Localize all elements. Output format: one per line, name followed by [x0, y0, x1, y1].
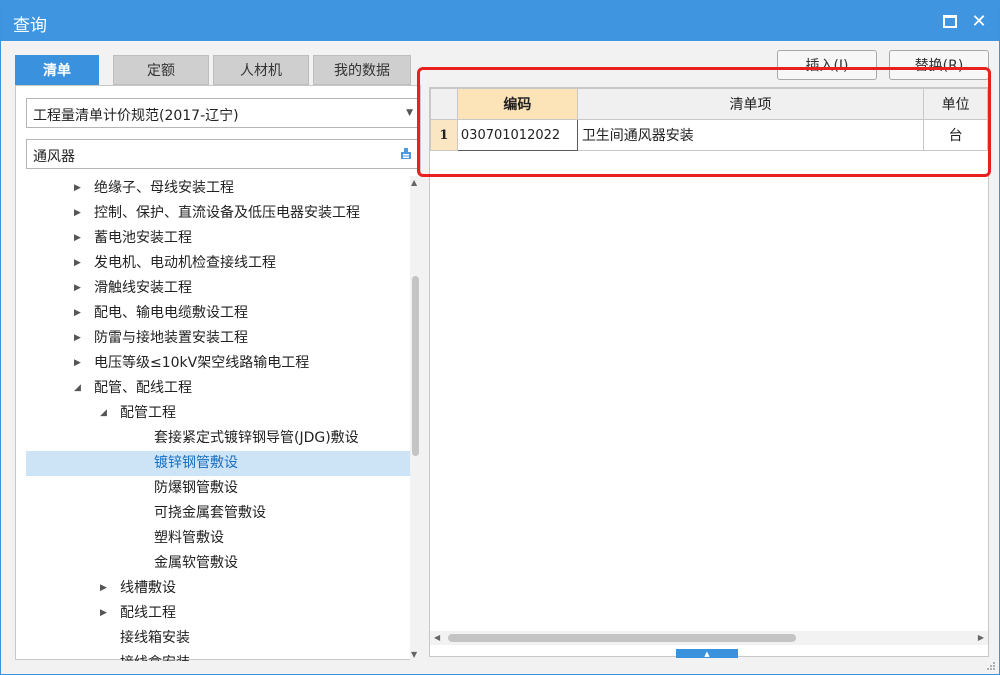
tree-item-label: 套接紧定式镀锌钢导管(JDG)敷设 [154, 430, 359, 446]
tree-item-label: 镀锌钢管敷设 [154, 455, 238, 471]
tree-item[interactable]: ▶ 蓄电池安装工程 [26, 226, 410, 251]
chevron-down-icon[interactable]: ▼ [406, 108, 413, 118]
tree-item-label: 配电、输电电缆敷设工程 [94, 305, 248, 321]
tab-labor-material-machine[interactable]: 人材机 [213, 55, 309, 85]
tree-expand-icon[interactable]: ▶ [74, 251, 81, 276]
results-panel: 编码 清单项 单位 1 030701012022 卫生间通风器安装 台 ◀ ▶ … [429, 87, 989, 658]
resize-grip-icon[interactable] [986, 661, 996, 671]
category-tree: ▶ 绝缘子、母线安装工程 ▶ 控制、保护、直流设备及低压电器安装工程 ▶ 蓄电池安装工程 ▶… [26, 176, 410, 661]
spec-select[interactable]: 工程量清单计价规范(2017-辽宁) ▼ [26, 98, 418, 128]
tree-item[interactable]: 金属软管敷设 [26, 551, 410, 576]
maximize-button[interactable] [938, 9, 962, 33]
insert-button[interactable]: 插入(I) [777, 50, 877, 80]
scroll-left-icon[interactable]: ◀ [434, 633, 440, 642]
scroll-right-icon[interactable]: ▶ [978, 633, 984, 642]
tree-item[interactable]: ◢ 配管工程 [26, 401, 410, 426]
tree-expand-icon[interactable]: ▶ [74, 351, 81, 376]
tree-expand-icon[interactable]: ▶ [74, 226, 81, 251]
tree-item[interactable]: 镀锌钢管敷设 [26, 451, 410, 476]
unit-cell[interactable]: 台 [923, 119, 988, 151]
tree-expand-icon[interactable]: ▶ [74, 326, 81, 351]
tree-expand-icon[interactable]: ▶ [74, 301, 81, 326]
tree-item[interactable]: 接线盒安装 [26, 651, 410, 661]
maximize-icon [943, 14, 957, 28]
tree-item[interactable]: 套接紧定式镀锌钢导管(JDG)敷设 [26, 426, 410, 451]
tree-item[interactable]: ▶ 发电机、电动机检查接线工程 [26, 251, 410, 276]
collapse-up-icon[interactable]: ▲ [704, 650, 709, 658]
grid-header-row: 编码 清单项 单位 [430, 88, 988, 120]
tree-item-label: 电压等级≤10kV架空线路输电工程 [94, 355, 310, 371]
row-number-header [430, 88, 458, 120]
replace-button[interactable]: 替换(R) [889, 50, 989, 80]
tree-item-label: 蓄电池安装工程 [94, 230, 192, 246]
tree-item-label: 控制、保护、直流设备及低压电器安装工程 [94, 205, 360, 221]
tree-item[interactable]: ▶ 配线工程 [26, 601, 410, 626]
tree-scroll-thumb[interactable] [412, 276, 419, 456]
tree-item-label: 配管工程 [120, 405, 176, 421]
tree-item[interactable]: 塑料管敷设 [26, 526, 410, 551]
tree-item-label: 接线盒安装 [120, 651, 190, 661]
tree-item-label: 发电机、电动机检查接线工程 [94, 255, 276, 271]
scroll-down-icon[interactable]: ▼ [411, 650, 417, 659]
tab-bill[interactable]: 清单 [15, 55, 99, 85]
close-button[interactable]: ✕ [967, 9, 991, 33]
tree-item[interactable]: 可挠金属套管敷设 [26, 501, 410, 526]
tree-item-label: 可挠金属套管敷设 [154, 505, 266, 521]
tree-item[interactable]: ◢ 配管、配线工程 [26, 376, 410, 401]
tab-my-data[interactable]: 我的数据 [313, 55, 411, 85]
tree-scrollbar[interactable]: ▲ ▼ [410, 176, 422, 661]
tree-expand-icon[interactable]: ▶ [100, 601, 107, 626]
tree-item-label: 金属软管敷设 [154, 555, 238, 571]
tab-quota[interactable]: 定额 [113, 55, 209, 85]
panel-splitter[interactable]: ▲ [676, 649, 738, 658]
tree-item[interactable]: ▶ 控制、保护、直流设备及低压电器安装工程 [26, 201, 410, 226]
tree-item[interactable]: ▶ 电压等级≤10kV架空线路输电工程 [26, 351, 410, 376]
tree-expand-icon[interactable]: ▶ [74, 276, 81, 301]
tree-item-label: 接线箱安装 [120, 630, 190, 646]
tree-item-label: 滑触线安装工程 [94, 280, 192, 296]
spec-select-value: 工程量清单计价规范(2017-辽宁) [33, 108, 239, 124]
code-cell[interactable]: 030701012022 [456, 119, 578, 151]
search-value: 通风器 [33, 149, 75, 165]
results-grid: 编码 清单项 单位 1 030701012022 卫生间通风器安装 台 [430, 88, 988, 151]
tree-item[interactable]: 接线箱安装 [26, 626, 410, 651]
scroll-up-icon[interactable]: ▲ [411, 178, 417, 187]
tree-expand-icon[interactable]: ▶ [74, 176, 81, 201]
tree-expand-icon[interactable]: ▶ [74, 201, 81, 226]
grid-horizontal-scrollbar[interactable]: ◀ ▶ [430, 631, 988, 645]
column-header-code[interactable]: 编码 [456, 88, 578, 120]
row-number: 1 [430, 119, 458, 151]
query-dialog: 查询 ✕ 清单 定额 人材机 我的数据 工程量清单计价规范(2017-辽宁) ▼… [0, 0, 1000, 675]
column-header-unit[interactable]: 单位 [923, 88, 988, 120]
tree-item[interactable]: ▶ 防雷与接地装置安装工程 [26, 326, 410, 351]
window-title: 查询 [13, 16, 47, 36]
tree-item-label: 防爆钢管敷设 [154, 480, 238, 496]
tree-expand-icon[interactable]: ▶ [100, 576, 107, 601]
tree-item-label: 配管、配线工程 [94, 380, 192, 396]
tree-item[interactable]: ▶ 绝缘子、母线安装工程 [26, 176, 410, 201]
tree-item-label: 线槽敷设 [120, 580, 176, 596]
tree-collapse-icon[interactable]: ◢ [100, 401, 107, 426]
tree-item-label: 绝缘子、母线安装工程 [94, 180, 234, 196]
close-icon: ✕ [971, 10, 987, 32]
tree-item[interactable]: ▶ 配电、输电电缆敷设工程 [26, 301, 410, 326]
column-header-item[interactable]: 清单项 [576, 88, 925, 120]
tree-item-label: 配线工程 [120, 605, 176, 621]
table-row[interactable]: 1 030701012022 卫生间通风器安装 台 [430, 119, 988, 151]
search-input[interactable]: 通风器 [26, 139, 418, 169]
grid-scroll-thumb[interactable] [448, 634, 796, 642]
tree-item[interactable]: 防爆钢管敷设 [26, 476, 410, 501]
tree-collapse-icon[interactable]: ◢ [74, 376, 81, 401]
title-bar[interactable]: 查询 ✕ [1, 1, 999, 41]
tree-item[interactable]: ▶ 线槽敷设 [26, 576, 410, 601]
item-cell[interactable]: 卫生间通风器安装 [576, 119, 925, 151]
tree-item-label: 塑料管敷设 [154, 530, 224, 546]
clear-search-icon[interactable] [399, 146, 413, 160]
left-panel: 工程量清单计价规范(2017-辽宁) ▼ 通风器 ▶ 绝缘子、母线安装工程 ▶ 控制、… [15, 85, 422, 661]
tree-item-label: 防雷与接地装置安装工程 [94, 330, 248, 346]
tree-item[interactable]: ▶ 滑触线安装工程 [26, 276, 410, 301]
